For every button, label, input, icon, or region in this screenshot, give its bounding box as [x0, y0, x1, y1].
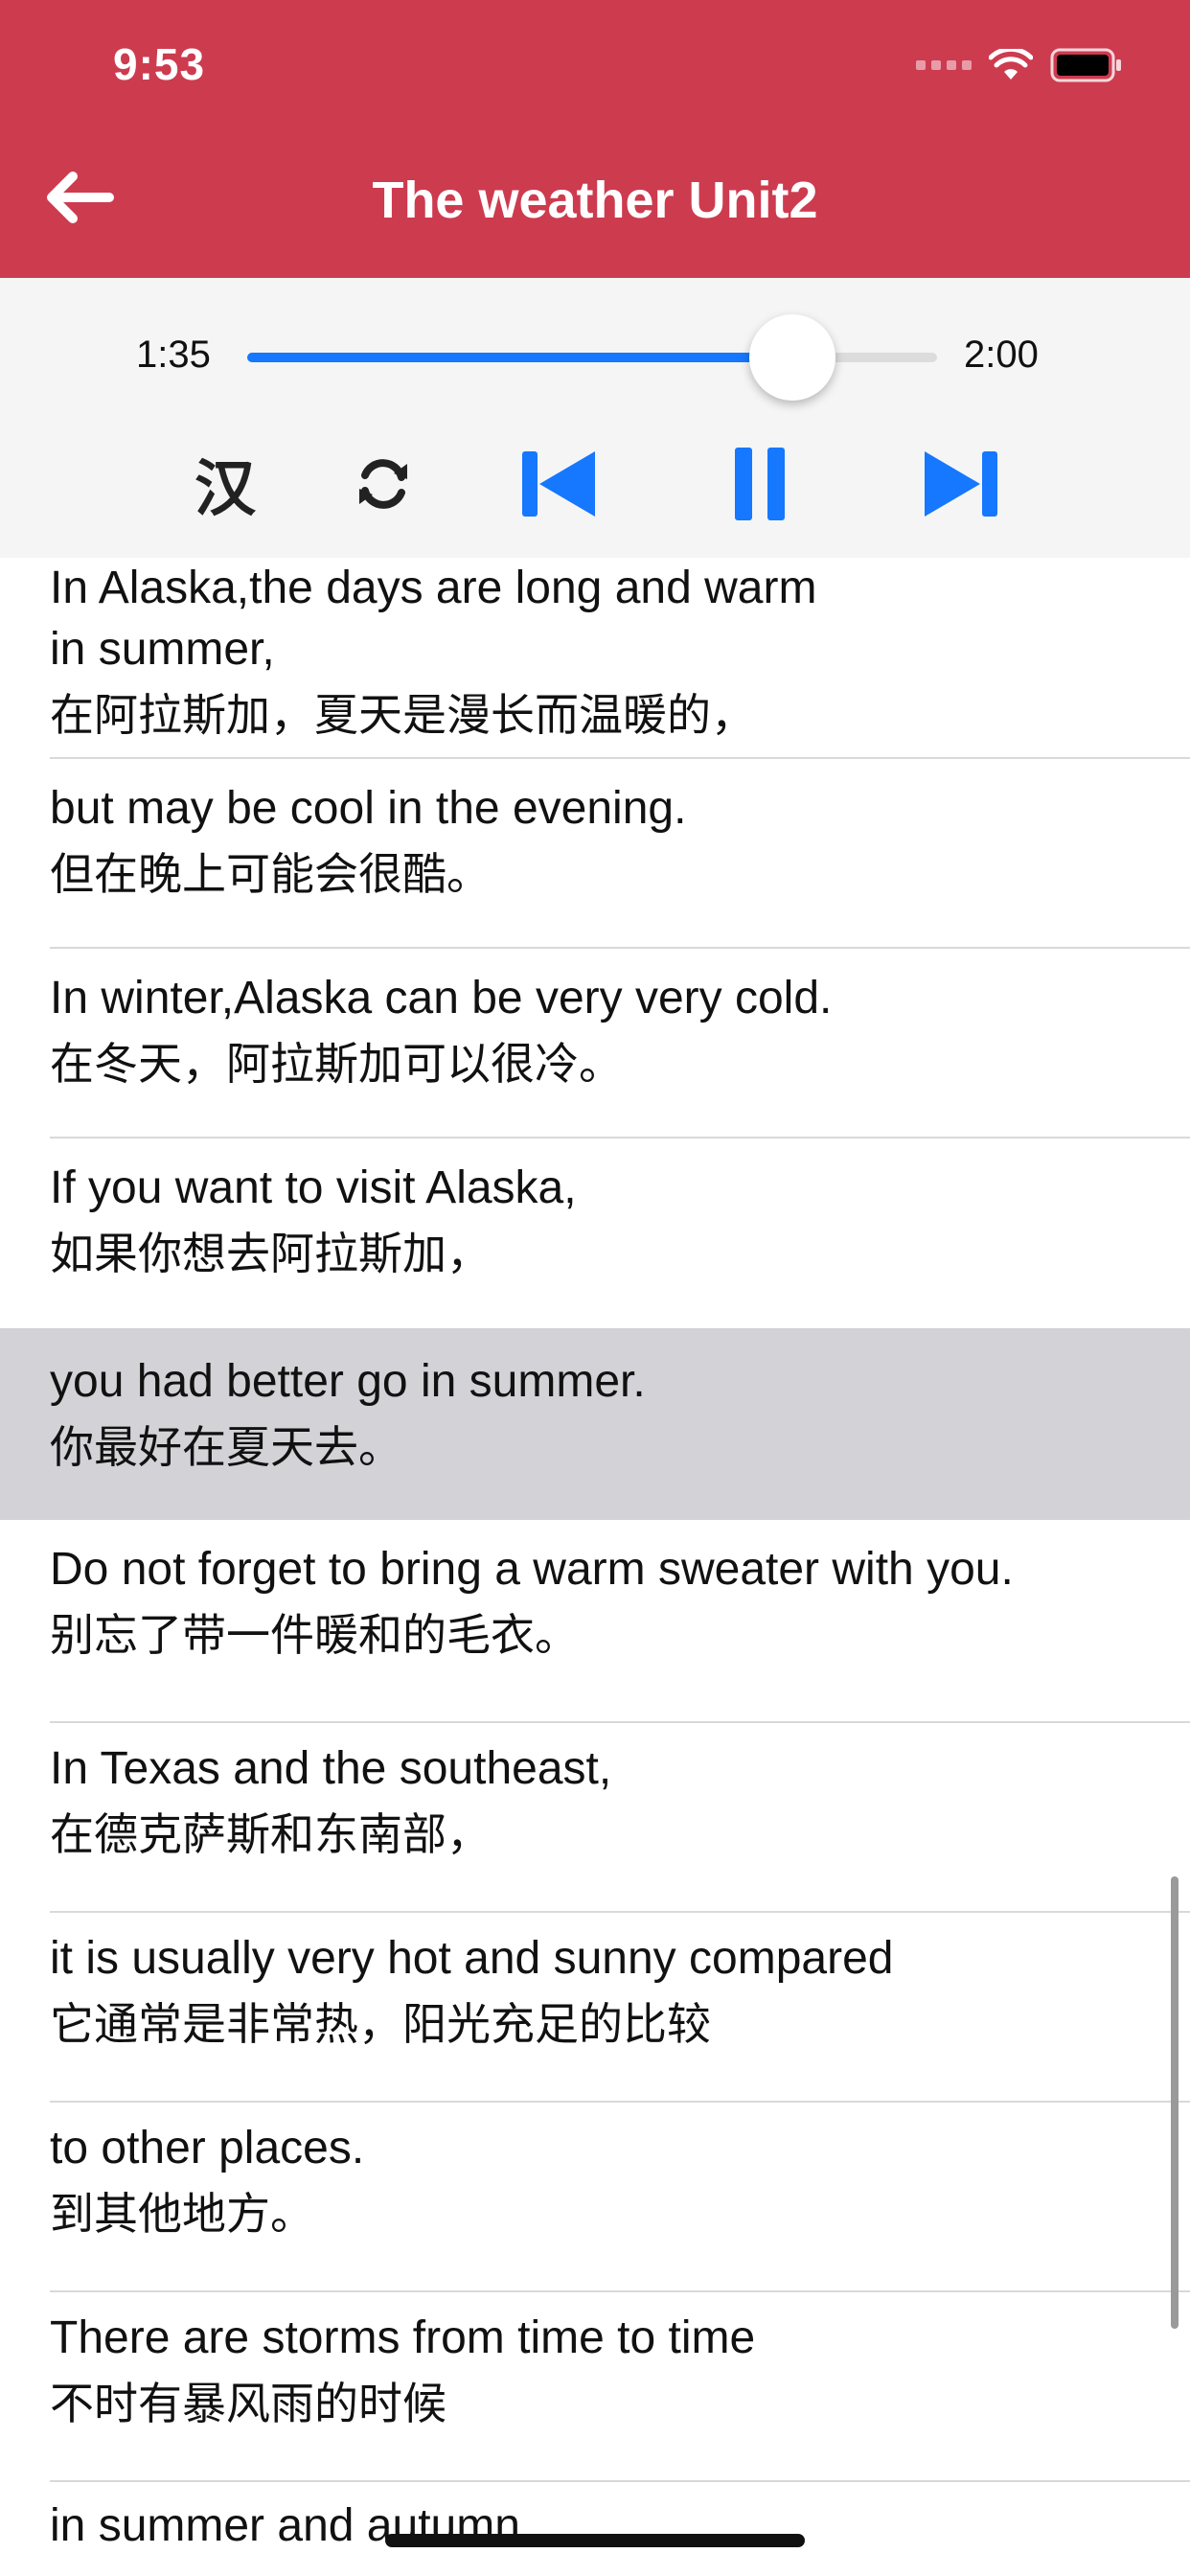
- repeat-icon: [359, 459, 407, 509]
- list-item[interactable]: There are storms from time to time 不时有暴风…: [0, 2308, 1190, 2478]
- english-line: it is usually very hot and sunny compare…: [50, 1933, 894, 1984]
- list-item[interactable]: If you want to visit Alaska, 如果你想去阿拉斯加，: [0, 1158, 1190, 1328]
- chinese-line: 在德克萨斯和东南部，: [50, 1808, 491, 1860]
- list-item[interactable]: to other places. 到其他地方。: [0, 2118, 1190, 2288]
- chinese-line: 它通常是非常热，阳光充足的比较: [50, 1998, 711, 2050]
- wifi-icon: [989, 49, 1033, 80]
- chinese-line: 不时有暴风雨的时候: [50, 2378, 446, 2429]
- status-time: 9:53: [113, 39, 206, 89]
- progress-thumb[interactable]: [748, 314, 835, 401]
- pause-icon: [735, 448, 785, 520]
- header: 9:53 The weather Unit2: [0, 0, 1190, 278]
- list-item-active[interactable]: you had better go in summer. 你最好在夏天去。: [0, 1328, 1190, 1520]
- app-screen: 9:53 The weather Unit2 1:35 2:00 汉 In Al…: [0, 0, 1190, 2576]
- list-item[interactable]: In Alaska,the days are long and warm in …: [0, 558, 1190, 757]
- english-line: Do not forget to bring a warm sweater wi…: [50, 1544, 1014, 1595]
- chinese-line: 但在晚上可能会很酷。: [50, 848, 491, 900]
- list-item[interactable]: In Texas and the southeast, 在德克萨斯和东南部，: [0, 1738, 1190, 1909]
- english-line: In Alaska,the days are long and warm: [50, 563, 817, 613]
- cellular-signal-icon: [916, 60, 972, 70]
- repeat-button[interactable]: [340, 441, 426, 527]
- chinese-line: 在冬天，阿拉斯加可以很冷。: [50, 1038, 623, 1090]
- chinese-line: 如果你想去阿拉斯加，: [50, 1228, 491, 1279]
- english-line: In Texas and the southeast,: [50, 1743, 612, 1794]
- english-line: you had better go in summer.: [50, 1356, 646, 1407]
- progress-fill: [247, 353, 792, 362]
- english-line: If you want to visit Alaska,: [50, 1162, 577, 1213]
- translation-toggle-button[interactable]: 汉: [182, 441, 268, 527]
- chinese-line: 你最好在夏天去。: [50, 1421, 402, 1473]
- english-line: but may be cool in the evening.: [50, 783, 687, 834]
- current-time: 1:35: [136, 334, 211, 376]
- next-button[interactable]: [918, 441, 1004, 527]
- chinese-line: 别忘了带一件暖和的毛衣。: [50, 1609, 579, 1661]
- list-item[interactable]: it is usually very hot and sunny compare…: [0, 1928, 1190, 2099]
- skip-previous-icon: [522, 451, 595, 517]
- pause-button[interactable]: [717, 441, 803, 527]
- previous-button[interactable]: [515, 441, 602, 527]
- battery-icon: [1050, 48, 1121, 82]
- list-item[interactable]: Do not forget to bring a warm sweater wi…: [0, 1539, 1190, 1710]
- skip-next-icon: [925, 451, 997, 517]
- scroll-indicator[interactable]: [1171, 1876, 1179, 2329]
- chinese-line: 在阿拉斯加，夏天是漫长而温暖的，: [50, 689, 755, 741]
- english-line: to other places.: [50, 2123, 365, 2174]
- total-time: 2:00: [964, 334, 1039, 376]
- home-indicator[interactable]: [385, 2534, 805, 2547]
- status-icons: [916, 46, 1123, 84]
- chinese-line: 到其他地方。: [50, 2188, 314, 2240]
- english-line: in summer,: [50, 624, 275, 675]
- progress-slider[interactable]: [247, 314, 937, 401]
- page-title: The weather Unit2: [372, 172, 818, 229]
- english-line: In winter,Alaska can be very very cold.: [50, 973, 833, 1024]
- audio-player: 1:35 2:00 汉: [0, 278, 1190, 558]
- list-item[interactable]: In winter,Alaska can be very very cold. …: [0, 968, 1190, 1138]
- english-line: in summer and autumn.: [50, 2500, 534, 2551]
- sentence-list[interactable]: In Alaska,the days are long and warm in …: [0, 558, 1190, 2576]
- english-line: There are storms from time to time: [50, 2312, 756, 2363]
- list-item[interactable]: but may be cool in the evening. 但在晚上可能会很…: [0, 778, 1190, 949]
